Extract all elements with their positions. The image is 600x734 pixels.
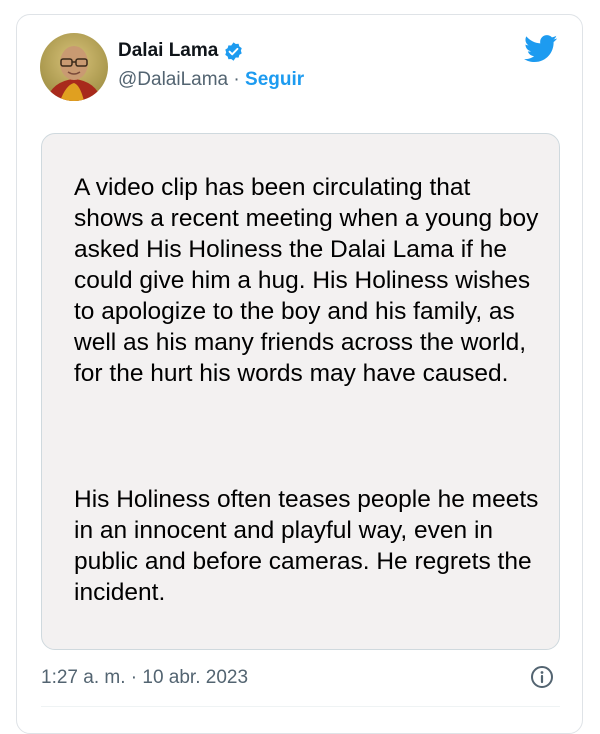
info-icon[interactable] — [530, 665, 554, 689]
divider — [41, 706, 560, 707]
handle-row: @DalaiLama · Seguir — [118, 69, 304, 91]
statement-paragraph-1: A video clip has been circulating that s… — [74, 174, 539, 387]
twitter-bird-icon[interactable] — [524, 35, 558, 63]
author-row: Dalai Lama — [118, 40, 244, 62]
author-handle[interactable]: @DalaiLama — [118, 69, 228, 90]
avatar[interactable] — [40, 33, 108, 101]
tweet-image-statement[interactable]: A video clip has been circulating that s… — [41, 133, 560, 650]
handle-separator: · — [228, 69, 246, 90]
tweet-timestamp[interactable]: 1:27 a. m. · 10 abr. 2023 — [41, 667, 248, 689]
follow-button[interactable]: Seguir — [245, 69, 304, 90]
statement-paragraph-2: His Holiness often teases people he meet… — [74, 486, 539, 606]
author-name[interactable]: Dalai Lama — [118, 40, 218, 62]
verified-badge-icon — [223, 41, 244, 62]
